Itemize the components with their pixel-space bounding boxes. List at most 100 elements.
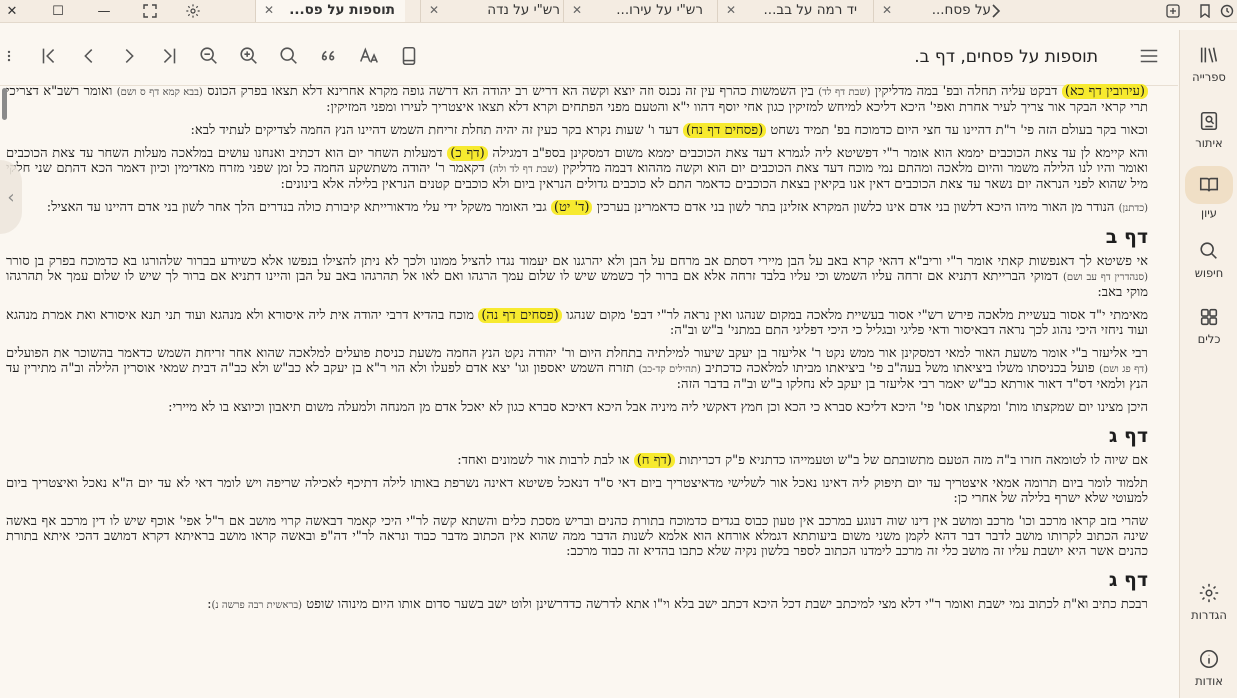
- gear-icon: [1199, 583, 1219, 603]
- quote-icon[interactable]: [316, 43, 342, 69]
- text-run: מאימתי י"ד אסור בעשיית מלאכה פירש רש"י א…: [561, 308, 1148, 323]
- sidebar-item-label: עיון: [1200, 206, 1218, 220]
- text-run: פועל בכניסתו משלו ביציאתו משל בעה"ב פי' …: [700, 361, 1100, 376]
- text-run: אם שיוה לו לטומאה חזרו ב"ה מזה הטעם מתשו…: [674, 453, 1148, 468]
- sidebar-item-find[interactable]: איתור: [1180, 110, 1237, 150]
- fullscreen-icon[interactable]: [140, 2, 160, 20]
- commentary-paragraph: (כדתנן) הנודר מן האור מיהו היכא דלשון בנ…: [6, 200, 1148, 216]
- source-ref[interactable]: (בראשית רבה פרשה נ): [211, 600, 302, 611]
- sidebar-item-search[interactable]: חיפוש: [1180, 240, 1237, 280]
- menu-icon[interactable]: [1136, 43, 1162, 69]
- book-view-icon[interactable]: [396, 43, 422, 69]
- tab-close-icon[interactable]: ✕: [572, 3, 582, 17]
- tab-close-icon[interactable]: ✕: [264, 3, 274, 17]
- sidebar-item-settings[interactable]: הגדרות: [1180, 582, 1237, 622]
- highlighted-source-ref[interactable]: (ד' יט): [550, 200, 593, 215]
- settings-gear-icon[interactable]: [183, 2, 203, 20]
- scrollbar-thumb[interactable]: [2, 88, 7, 120]
- highlighted-source-ref[interactable]: (פסחים דף נח): [682, 123, 767, 138]
- commentary-paragraph: (עירובין דף כא) דבקט עליה תחלה ובפ' במה …: [6, 84, 1148, 115]
- tab-label: על פסח...: [931, 2, 991, 18]
- minimize-window-icon[interactable]: —: [94, 2, 114, 20]
- text-run: דבקט עליה תחלה ובפ' במה מדליקין: [870, 84, 1062, 99]
- text-run: דמוקי הברייתא דתניא אם זרחה עליו השמש וכ…: [6, 269, 1148, 300]
- commentary-paragraph: היכן מצינו יום שמקצתו מות' ומקצתו אסו' פ…: [6, 400, 1148, 415]
- chevron-right-icon[interactable]: [986, 2, 1006, 20]
- text-run: רבי אליעזר ב"י אומר משעת האור למאי דמסקי…: [6, 346, 1148, 361]
- open-book-icon: [1199, 177, 1219, 192]
- tab-bar: ✕ ☐ — ✕ תוספות על פס... ✕ רש"י על נדה ✕ …: [0, 0, 1237, 23]
- sidebar-item-label: ספרייה: [1192, 70, 1226, 84]
- commentary-paragraph: וכאור בקר בעולם הזה פי' ר"ת דהיינו עד חצ…: [6, 123, 1148, 138]
- highlighted-source-ref[interactable]: (עירובין דף כא): [1061, 84, 1148, 99]
- sidebar-item-about[interactable]: אודות: [1180, 648, 1237, 688]
- highlighted-source-ref[interactable]: (פסחים דף נה): [478, 308, 562, 323]
- text-run: וכאור בקר בעולם הזה פי' ר"ת דהיינו עד חצ…: [766, 123, 1148, 138]
- search-icon[interactable]: [276, 43, 302, 69]
- tools-grid-icon: [1200, 308, 1218, 326]
- text-run: הנודר מן האור מיהו היכא דלשון בני אדם אי…: [592, 200, 1119, 215]
- last-page-icon[interactable]: [156, 43, 182, 69]
- zoom-in-icon[interactable]: [236, 43, 262, 69]
- maximize-window-icon[interactable]: ☐: [48, 2, 68, 20]
- tab-rashi-eruvin[interactable]: ✕ רש"י על עירו...: [563, 0, 713, 22]
- previous-icon[interactable]: [76, 43, 102, 69]
- commentary-paragraph: תלמוד לומר ביום תרומה אמאי איצטריך עד יו…: [6, 476, 1148, 506]
- commentary-paragraph: רבכת כתיב וא"ת לכתוב נמי ישבת ואומר ר"י …: [6, 597, 1148, 613]
- search-icon: [1200, 242, 1217, 259]
- sidebar-item-label: חיפוש: [1194, 266, 1224, 280]
- daf-heading: דף ב: [1105, 226, 1148, 248]
- collapse-panel-chevron-icon[interactable]: ‹: [0, 160, 22, 234]
- tab-label: יד רמה על בב...: [763, 2, 857, 18]
- sidebar-item-library[interactable]: ספרייה: [1180, 44, 1237, 84]
- source-ref[interactable]: (שבת דף לד ולה): [489, 164, 558, 175]
- tab-tosafot-pesachim[interactable]: ✕ תוספות על פס...: [255, 0, 405, 22]
- text-run: גבי האומר משקל ידי עלי מדאורייתא קיבורת …: [46, 200, 551, 215]
- commentary-paragraph: שהרי בזב קראו מרכב וכו' מרכב ומושב אין ד…: [6, 514, 1148, 559]
- commentary-paragraph: אם שיוה לו לטומאה חזרו ב"ה מזה הטעם מתשו…: [6, 453, 1148, 468]
- tab-label: רש"י על עירו...: [616, 2, 703, 18]
- commentary-text: (עירובין דף כא) דבקט עליה תחלה ובפ' במה …: [6, 84, 1148, 698]
- close-window-icon[interactable]: ✕: [2, 2, 22, 20]
- reader-toolbar: תוספות על פסחים, דף ב.: [0, 23, 1178, 86]
- sidebar-item-study[interactable]: עיון: [1180, 166, 1237, 220]
- library-icon: [1200, 47, 1218, 63]
- tab-label: תוספות על פס...: [289, 2, 395, 18]
- first-page-icon[interactable]: [36, 43, 62, 69]
- find-reference-icon: [1200, 111, 1218, 131]
- history-icon[interactable]: [1217, 2, 1237, 20]
- highlighted-source-ref[interactable]: (דף ח): [633, 453, 675, 468]
- commentary-paragraph: מאימתי י"ד אסור בעשיית מלאכה פירש רש"י א…: [6, 308, 1148, 338]
- tab-rashi-niddah[interactable]: ✕ רש"י על נדה: [420, 0, 570, 22]
- bookmark-icon[interactable]: [1195, 2, 1215, 20]
- source-ref[interactable]: (בבא קמא דף ס ושם): [117, 87, 203, 98]
- source-ref[interactable]: (דף פג ושם): [1099, 364, 1148, 375]
- daf-heading: דף ג: [1108, 569, 1148, 591]
- text-run: תלמוד לומר ביום תרומה אמאי איצטריך עד יו…: [6, 476, 1148, 506]
- sidebar-item-label: כלים: [1197, 332, 1221, 346]
- text-run: או לבת לרבות אור לשמונים ואחד:: [457, 453, 634, 468]
- tab-close-icon[interactable]: ✕: [429, 3, 439, 17]
- tab-label: רש"י על נדה: [487, 2, 560, 18]
- text-run: היכן מצינו יום שמקצתו מות' ומקצתו אסו' פ…: [168, 400, 1148, 415]
- tab-yad-rama[interactable]: ✕ יד רמה על בב...: [717, 0, 867, 22]
- source-ref[interactable]: (תהילים קד-כב): [638, 364, 700, 375]
- document-title: תוספות על פסחים, דף ב.: [914, 47, 1098, 67]
- navigation-sidebar: ספרייה איתור עיון חיפוש כלים הגדרות אודו…: [1179, 30, 1237, 698]
- more-vertical-icon[interactable]: [2, 43, 16, 69]
- source-ref[interactable]: (שבת דף לד): [818, 87, 870, 98]
- add-tab-icon[interactable]: [1163, 2, 1183, 20]
- tab-close-icon[interactable]: ✕: [726, 3, 736, 17]
- text-run: בין השמשות כהרף עין זה נכנס וזה יוצא וקש…: [202, 84, 819, 99]
- tab-close-icon[interactable]: ✕: [882, 3, 892, 17]
- source-ref[interactable]: (כדתנן): [1119, 203, 1148, 214]
- source-ref[interactable]: (סנהדרין דף עב ושם): [1063, 272, 1148, 283]
- sidebar-item-tools[interactable]: כלים: [1180, 306, 1237, 346]
- zoom-out-icon[interactable]: [196, 43, 222, 69]
- highlighted-source-ref[interactable]: (דף כ): [447, 146, 488, 161]
- text-run: והא קיימא לן עד צאת הכוכבים יממא הוא אומ…: [487, 146, 1148, 161]
- text-run: רבכת כתיב וא"ת לכתוב נמי ישבת ואומר ר"י …: [302, 597, 1148, 612]
- info-icon: [1199, 649, 1219, 669]
- next-icon[interactable]: [116, 43, 142, 69]
- font-size-icon[interactable]: [356, 43, 382, 69]
